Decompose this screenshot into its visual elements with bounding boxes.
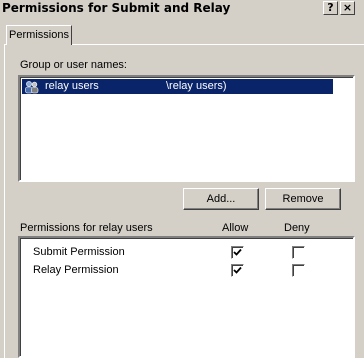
title-bar: Permissions for Submit and Relay ? × xyxy=(0,0,364,17)
user-name: relay users xyxy=(45,80,99,92)
user-row-relay-users[interactable]: relay users \relay users) xyxy=(22,79,333,94)
submit-deny-checkbox[interactable] xyxy=(292,246,305,259)
permission-name: Submit Permission xyxy=(33,246,125,258)
add-button-label: Add... xyxy=(206,193,236,205)
group-user-listbox[interactable]: relay users \relay users) xyxy=(18,75,355,182)
checkmark-icon xyxy=(233,248,242,256)
user-group-icon xyxy=(25,81,39,94)
relay-allow-checkbox[interactable] xyxy=(231,264,244,277)
help-button[interactable]: ? xyxy=(323,1,338,15)
group-label-text: Group or user names: xyxy=(20,59,127,71)
remove-button-label: Remove xyxy=(282,193,324,205)
close-button[interactable]: × xyxy=(340,1,355,15)
permission-row-submit: Submit Permission xyxy=(20,244,353,262)
deny-column-header: Deny xyxy=(284,222,310,234)
permissions-list: Submit Permission Relay Permission xyxy=(18,236,355,358)
tab-permissions[interactable]: Permissions xyxy=(6,25,72,45)
permissions-for-label: Permissions for relay users xyxy=(20,222,153,234)
remove-button[interactable]: Remove xyxy=(265,188,341,210)
permissions-label-text: Permissions for relay users xyxy=(20,222,153,234)
window-title: Permissions for Submit and Relay xyxy=(2,1,231,15)
user-account: \relay users) xyxy=(166,80,227,92)
tab-permissions-label: Permissions xyxy=(9,29,69,41)
allow-column-header: Allow xyxy=(222,222,249,234)
submit-allow-checkbox[interactable] xyxy=(231,246,244,259)
relay-deny-checkbox[interactable] xyxy=(292,264,305,277)
checkmark-icon xyxy=(233,266,242,274)
add-button[interactable]: Add... xyxy=(183,188,259,210)
permission-name: Relay Permission xyxy=(33,264,119,276)
permission-row-relay: Relay Permission xyxy=(20,262,353,280)
group-or-user-names-label: Group or user names: xyxy=(20,59,127,71)
